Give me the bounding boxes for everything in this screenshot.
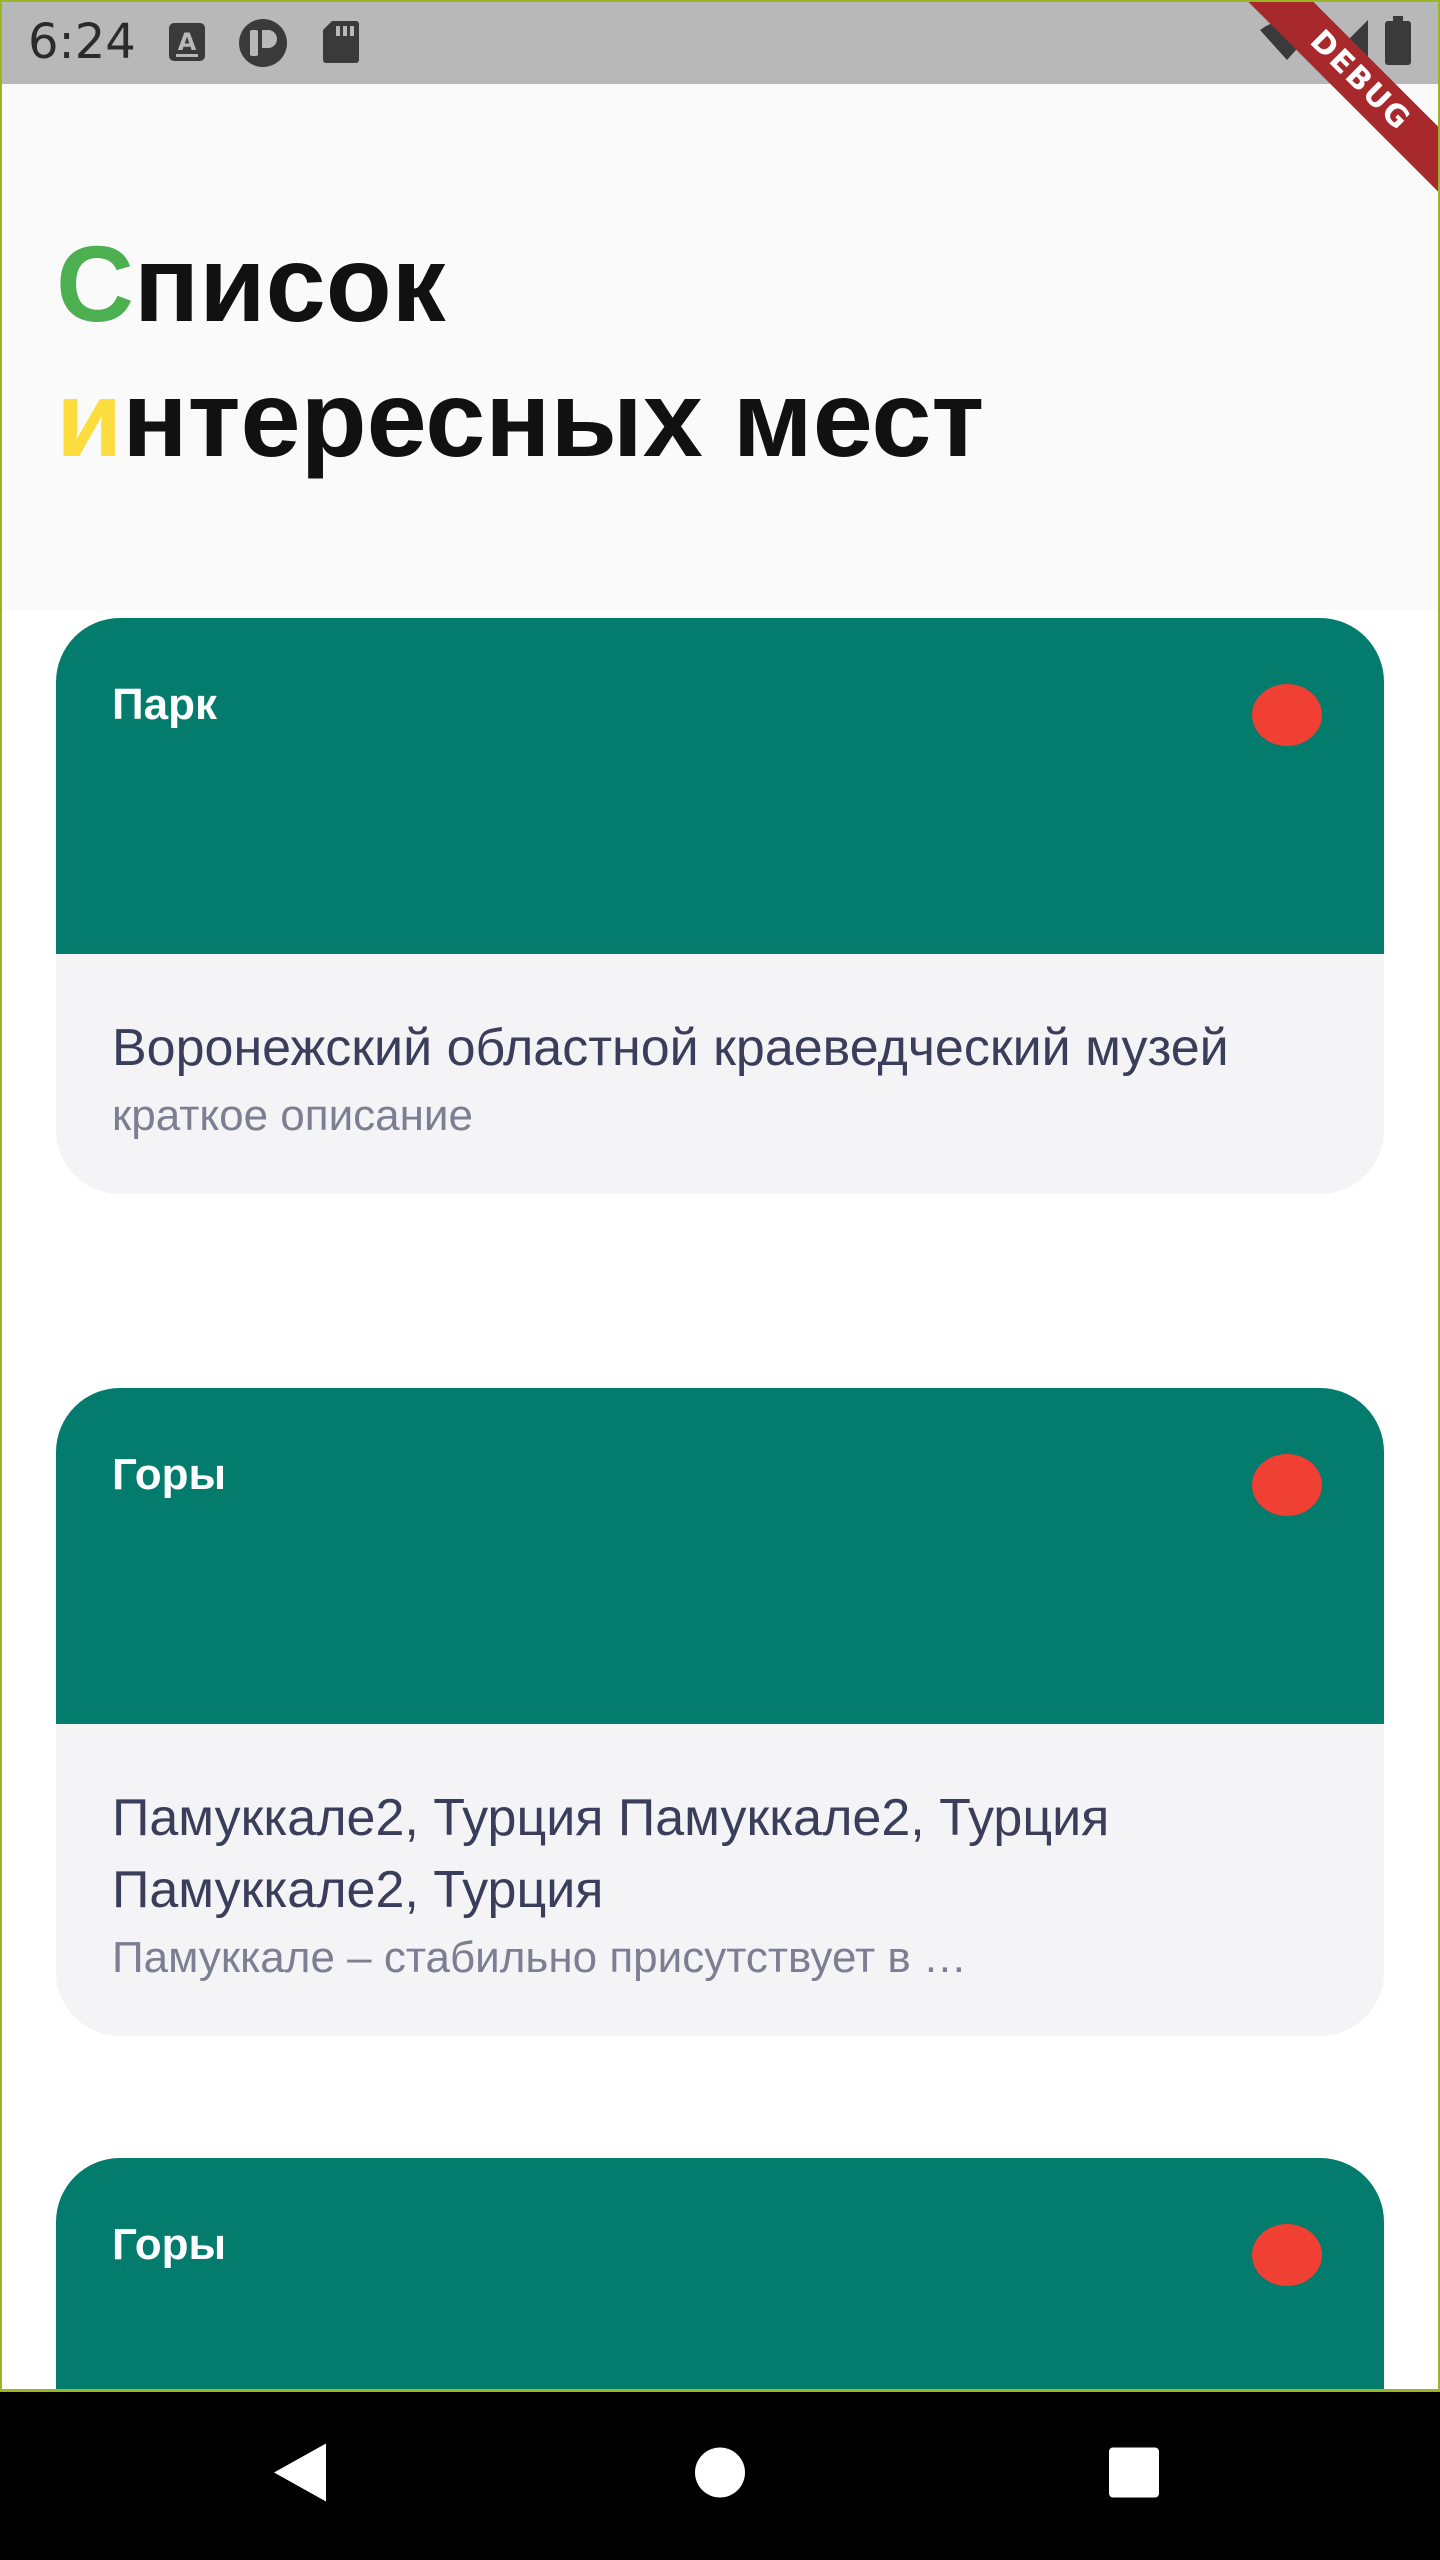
svg-text:A: A [178, 28, 197, 56]
favorite-dot-icon[interactable] [1252, 1454, 1322, 1516]
place-name: Памуккале2, Турция Памуккале2, Турция Па… [112, 1789, 1110, 1919]
place-card-body[interactable]: Памуккале2, Турция Памуккале2, Турция Па… [56, 1724, 1384, 2036]
place-type-label: Горы [112, 2220, 227, 2269]
app-screen: 6:24 A DEBUG Список интересных мест Парк… [0, 0, 1440, 2560]
place-card-image[interactable]: Парк [56, 618, 1384, 954]
recents-icon[interactable] [1108, 2447, 1160, 2504]
place-type-label: Горы [112, 1450, 227, 1499]
navigation-bar [0, 2390, 1440, 2560]
place-type-label: Парк [112, 680, 217, 729]
title-accent-letter-yellow: и [56, 358, 123, 479]
circle-p-icon [238, 18, 288, 73]
back-icon[interactable] [272, 2442, 328, 2509]
page-title-line-1: Список [56, 230, 446, 338]
app-header: Список интересных мест [0, 84, 1440, 610]
place-description: краткое описание [112, 1091, 473, 1140]
place-card[interactable]: Горы [56, 2158, 1384, 2390]
battery-icon [1384, 16, 1412, 71]
title-accent-letter-green: С [56, 223, 134, 344]
place-card-body[interactable]: Воронежский областной краеведческий музе… [56, 954, 1384, 1194]
sd-card-icon [322, 20, 360, 69]
status-time: 6:24 [28, 14, 136, 70]
places-list[interactable]: Парк Воронежский областной краеведческий… [0, 610, 1440, 2390]
title-text-1: писок [134, 223, 446, 344]
favorite-dot-icon[interactable] [1252, 684, 1322, 746]
page-title-line-2: интересных мест [56, 365, 984, 473]
status-bar: 6:24 A [0, 0, 1440, 84]
place-card[interactable]: Парк Воронежский областной краеведческий… [56, 618, 1384, 1194]
text-a-icon: A [168, 22, 206, 67]
place-description: Памуккале – стабильно присутствует в … [112, 1933, 967, 1982]
home-icon[interactable] [694, 2447, 746, 2504]
place-name: Воронежский областной краеведческий музе… [112, 1019, 1229, 1077]
title-text-2: нтересных мест [122, 358, 985, 479]
place-card-image[interactable]: Горы [56, 2158, 1384, 2390]
favorite-dot-icon[interactable] [1252, 2224, 1322, 2286]
place-card-image[interactable]: Горы [56, 1388, 1384, 1724]
place-card[interactable]: Горы Памуккале2, Турция Памуккале2, Турц… [56, 1388, 1384, 2036]
